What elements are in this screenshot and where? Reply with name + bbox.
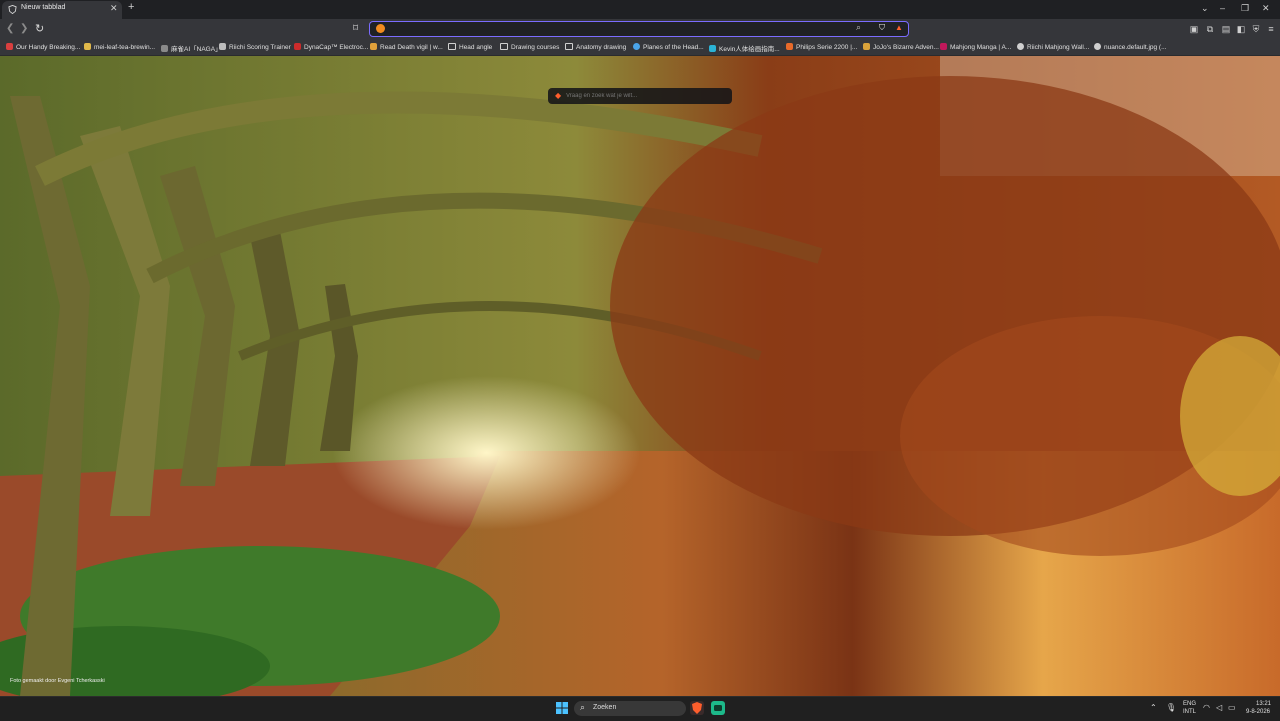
wifi-icon[interactable]: ◠ — [1203, 703, 1210, 712]
zoom-search-icon[interactable]: ⌕ — [856, 22, 861, 33]
bookmark-folder[interactable]: Drawing courses — [500, 43, 559, 53]
bookmark-favicon-icon — [6, 43, 13, 50]
clock-date[interactable]: 9-8-2026 — [1246, 709, 1270, 715]
extensions-puzzle-icon[interactable]: ⧉ — [1205, 24, 1215, 34]
address-bar[interactable]: ⌕ ⛉ ▲ — [369, 21, 909, 37]
brave-shields-icon[interactable]: ⛉ — [879, 23, 885, 33]
tab-new-tab[interactable]: Nieuw tabblad ✕ — [2, 1, 122, 19]
sidebar-icon[interactable]: ▤ — [1221, 24, 1231, 34]
brave-search-icon — [376, 24, 385, 33]
bookmark-folder[interactable]: Head angle — [448, 43, 492, 53]
bookmark-favicon-icon — [1094, 43, 1101, 50]
bookmark-item[interactable]: Riichi Scoring Trainer — [219, 43, 291, 53]
forward-button[interactable]: ❯ — [20, 23, 28, 34]
bookmark-favicon-icon — [370, 43, 377, 50]
folder-icon — [500, 43, 508, 50]
bookmark-favicon-icon — [219, 43, 226, 50]
bookmark-item[interactable]: DynaCap™ Electroc... — [294, 43, 368, 53]
bookmark-favicon-icon — [863, 43, 870, 50]
bookmark-item[interactable]: Philips Serie 2200 |... — [786, 43, 857, 53]
taskbar: ⌕ Zoeken ⌃ 🎙 ENG INTL ◠ ◁ ▭ 13:21 9-8-20… — [0, 696, 1280, 721]
taskbar-search-label: Zoeken — [593, 704, 617, 711]
clock-time[interactable]: 13:21 — [1256, 701, 1271, 707]
bookmark-favicon-icon — [84, 43, 91, 50]
new-tab-button[interactable]: + — [128, 1, 134, 13]
bookmark-item[interactable]: mei-leaf-tea-brewin... — [84, 43, 155, 53]
new-tab-favicon-icon — [8, 5, 17, 14]
bookmark-favicon-icon — [1017, 43, 1024, 50]
bookmark-item[interactable]: Planes of the Head... — [633, 43, 704, 53]
bookmark-favicon-icon — [161, 45, 168, 52]
language-indicator[interactable]: ENG — [1183, 701, 1196, 707]
tab-strip: Nieuw tabblad ✕ + ⌄ – ❐ ✕ — [0, 0, 1280, 19]
bookmark-item[interactable]: Our Handy Breaking... — [6, 43, 80, 53]
extension-icon[interactable]: ▣ — [1189, 24, 1199, 34]
battery-icon[interactable]: ▭ — [1228, 703, 1236, 712]
bookmark-item[interactable]: Kevin人体绘画指南... — [709, 43, 780, 53]
folder-icon — [565, 43, 573, 50]
bookmark-item[interactable]: JoJo's Bizarre Adven... — [863, 43, 939, 53]
search-icon: ⌕ — [580, 702, 586, 712]
brave-browser-taskbar-icon[interactable] — [690, 701, 704, 715]
ai-search-input[interactable] — [566, 90, 726, 101]
bookmark-favicon-icon — [786, 43, 793, 50]
bookmarks-bar: Our Handy Breaking... mei-leaf-tea-brewi… — [0, 41, 1280, 56]
vpn-icon[interactable]: ⛨ — [1251, 24, 1261, 34]
volume-icon[interactable]: ◁ — [1216, 703, 1222, 712]
close-window-button[interactable]: ✕ — [1262, 3, 1270, 14]
brave-rewards-icon[interactable]: ▲ — [895, 23, 903, 32]
bookmark-page-icon[interactable]: ⌑ — [353, 23, 358, 34]
taskbar-search-box[interactable]: ⌕ Zoeken — [574, 701, 686, 716]
back-button[interactable]: ❮ — [6, 23, 14, 34]
keyboard-layout[interactable]: INTL — [1183, 709, 1196, 715]
bookmark-item[interactable]: 麻雀AI「NAGA」 — [161, 43, 222, 53]
bookmark-favicon-icon — [709, 45, 716, 52]
toolbar: ❮ ❯ ↻ ⌑ ⌕ ⛉ ▲ ▣ ⧉ ▤ ◧ ⛨ ≡ — [0, 19, 1280, 41]
tray-chevron-icon[interactable]: ⌃ — [1150, 703, 1157, 712]
tab-title: Nieuw tabblad — [21, 4, 66, 11]
photo-credit[interactable]: Foto gemaakt door Evgeni Tcherkasski — [10, 678, 105, 684]
leo-ai-search-bar[interactable]: ◆ — [548, 88, 732, 104]
folder-icon — [448, 43, 456, 50]
restore-button[interactable]: ❐ — [1241, 3, 1249, 14]
windows-start-icon[interactable] — [556, 702, 568, 714]
bookmark-item[interactable]: nuance.default.jpg (... — [1094, 43, 1167, 53]
new-tab-page: ◆ Foto gemaakt door Evgeni Tcherkasski — [0, 56, 1280, 696]
bookmark-item[interactable]: Mahjong Manga | A... — [940, 43, 1011, 53]
tab-close-icon[interactable]: ✕ — [110, 3, 118, 14]
bookmark-item[interactable]: Riichi Mahjong Wall... — [1017, 43, 1089, 53]
minimize-button[interactable]: – — [1220, 3, 1225, 13]
app-taskbar-icon[interactable] — [711, 701, 725, 715]
microphone-icon[interactable]: 🎙 — [1166, 703, 1176, 712]
reader-icon[interactable]: ◧ — [1236, 24, 1246, 34]
bookmark-favicon-icon — [633, 43, 640, 50]
bookmark-favicon-icon — [294, 43, 301, 50]
bookmark-folder[interactable]: Anatomy drawing — [565, 43, 626, 53]
bookmark-favicon-icon — [940, 43, 947, 50]
leo-ai-icon: ◆ — [555, 91, 562, 100]
reload-button[interactable]: ↻ — [35, 22, 44, 35]
wallpaper-image — [0, 56, 1280, 696]
tab-search-chevron-icon[interactable]: ⌄ — [1201, 3, 1209, 14]
bookmark-item[interactable]: Read Death vigil | w... — [370, 43, 443, 53]
menu-icon[interactable]: ≡ — [1266, 24, 1276, 34]
address-input[interactable] — [388, 22, 848, 36]
